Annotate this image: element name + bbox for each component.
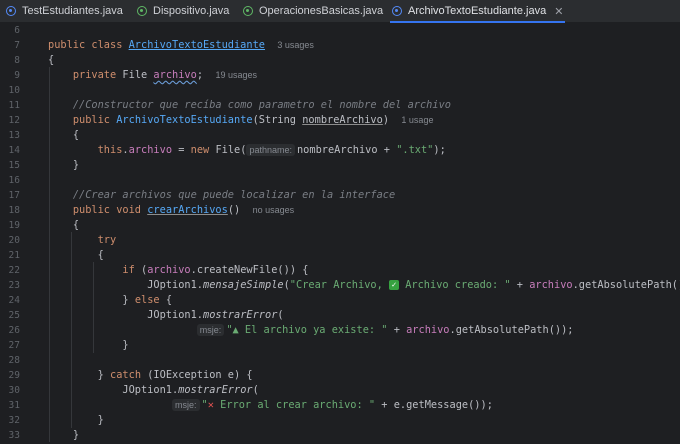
line-number: 15: [8, 160, 20, 171]
line-number: 20: [8, 235, 20, 246]
java-class-icon: [392, 6, 402, 16]
code-line-7: public class ArchivoTextoEstudiante 3 us…: [48, 39, 314, 51]
line-number: 10: [8, 85, 20, 96]
code-line-29: } catch (IOException e) {: [97, 369, 253, 381]
line-number: 31: [8, 400, 20, 411]
line-number: 14: [8, 145, 20, 156]
code-line-25: JOption1.mostrarError(: [147, 309, 284, 321]
line-number: 18: [8, 205, 20, 216]
code-line-9: private File archivo; 19 usages: [72, 69, 257, 81]
code-editor[interactable]: public class ArchivoTextoEstudiante 3 us…: [48, 23, 680, 444]
line-number: 6: [14, 25, 20, 36]
code-line-14: this.archivo = new File(pathname: nombreA…: [97, 144, 446, 156]
tab-label: Dispositivo.java: [153, 5, 230, 17]
code-line-26: msje: "▲ El archivo ya existe: " + archiv…: [48, 323, 574, 338]
line-number: 32: [8, 415, 20, 426]
code-line-21: {: [97, 249, 104, 261]
code-line-11: //Constructor que recíba como parametro …: [72, 99, 451, 111]
tab-dispositivo[interactable]: Dispositivo.java: [137, 0, 229, 22]
line-number: 33: [8, 430, 20, 441]
line-number: 25: [8, 310, 20, 321]
line-number: 30: [8, 385, 20, 396]
code-line-13: {: [72, 129, 80, 141]
line-number: 29: [8, 370, 20, 381]
code-line-23: JOption1.mensajeSimple("Crear Archivo, ✓…: [147, 279, 680, 291]
tab-operacionesbasicas[interactable]: OperacionesBasicas.java: [243, 0, 383, 22]
line-number: 22: [8, 265, 20, 276]
line-number: 26: [8, 325, 20, 336]
tab-archivotextoestudiante[interactable]: ArchivoTextoEstudiante.java ✕: [389, 0, 566, 23]
check-mark-icon: ✓: [389, 280, 399, 290]
code-line-8: {: [48, 54, 55, 66]
tab-label: OperacionesBasicas.java: [259, 5, 384, 17]
java-class-icon: [137, 6, 147, 16]
line-number: 8: [14, 55, 20, 66]
line-number: 13: [8, 130, 20, 141]
code-line-27: }: [122, 339, 129, 351]
line-number: 24: [8, 295, 20, 306]
line-number: 7: [14, 40, 20, 51]
line-number: 27: [8, 340, 20, 351]
line-number: 21: [8, 250, 20, 261]
java-class-icon: [243, 6, 253, 16]
line-number: 17: [8, 190, 20, 201]
close-icon[interactable]: ✕: [554, 5, 563, 18]
line-number: 16: [8, 175, 20, 186]
code-line-22: if (archivo.createNewFile()) {: [122, 264, 309, 276]
line-number: 12: [8, 115, 20, 126]
tab-label: TestEstudiantes.java: [22, 5, 123, 17]
line-number: 23: [8, 280, 20, 291]
code-line-33: }: [72, 429, 80, 441]
parameter-hint: pathname:: [246, 144, 295, 156]
code-line-30: JOption1.mostrarError(: [122, 384, 259, 396]
editor-tab-bar: TestEstudiantes.java Dispositivo.java Op…: [0, 0, 680, 23]
line-number: 19: [8, 220, 20, 231]
tab-label: ArchivoTextoEstudiante.java: [408, 5, 547, 17]
code-line-18: public void crearArchivos() no usages: [72, 204, 295, 216]
code-line-32: }: [97, 414, 104, 426]
line-number: 11: [8, 100, 20, 111]
code-line-20: try: [97, 234, 117, 246]
parameter-hint: msje:: [172, 399, 200, 411]
parameter-hint: msje:: [196, 324, 225, 336]
code-line-17: //Crear archivos que puede localizar en …: [72, 189, 396, 201]
tab-testestudiantes[interactable]: TestEstudiantes.java: [6, 0, 123, 22]
code-line-24: } else {: [122, 294, 173, 306]
code-line-15: }: [72, 159, 80, 171]
code-line-12: public ArchivoTextoEstudiante(String nom…: [72, 114, 434, 126]
line-number-gutter: 6 7 8 9 10 11 12 13 14 15 16 17 18 19 20 21 22 23 24 25 26 27…: [0, 23, 38, 444]
code-line-31: msje: "✕ Error al crear archivo: " + e.ge…: [48, 398, 493, 413]
line-number: 9: [14, 70, 20, 81]
code-line-19: {: [72, 219, 80, 231]
line-number: 28: [8, 355, 20, 366]
java-class-icon: [6, 6, 16, 16]
